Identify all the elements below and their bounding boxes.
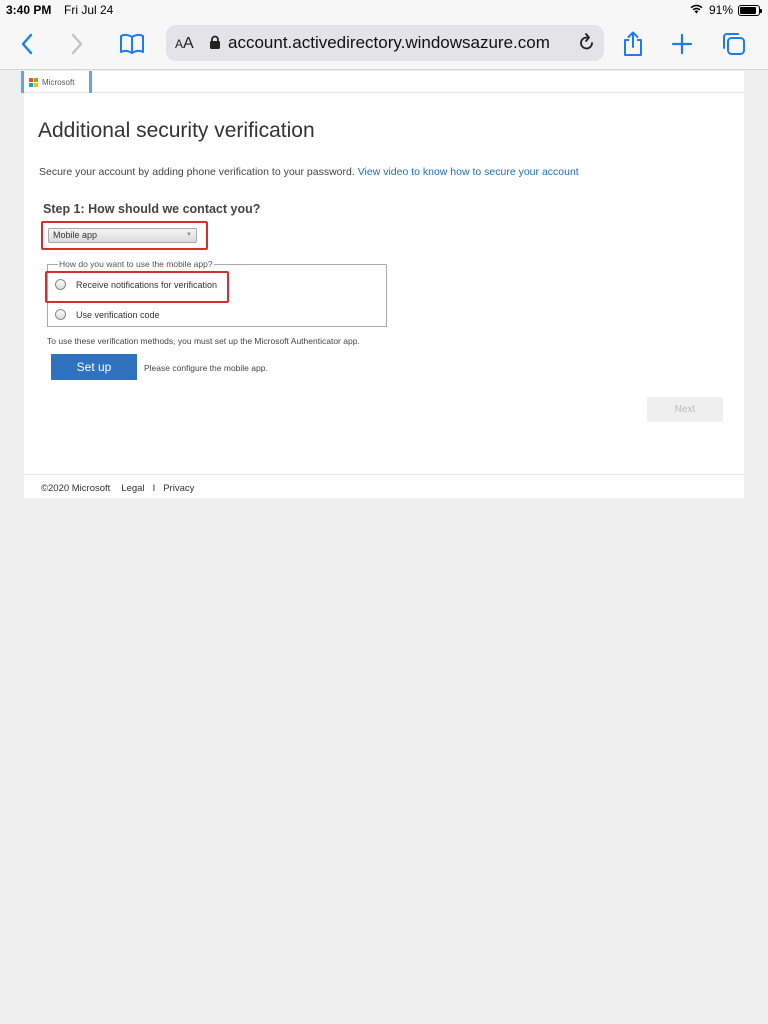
radio-option-code[interactable]: Use verification code [55, 309, 160, 320]
microsoft-logo-icon [29, 77, 38, 87]
radio-label: Use verification code [76, 309, 160, 320]
status-time: 3:40 PM [6, 3, 52, 17]
radio-button[interactable] [55, 279, 66, 290]
copyright-text: ©2020 Microsoft [41, 483, 111, 494]
url-text[interactable]: account.activedirectory.windowsazure.com [228, 33, 550, 53]
tabs-icon[interactable] [719, 29, 749, 59]
authenticator-note: To use these verification methods, you m… [47, 336, 360, 346]
back-icon[interactable] [12, 29, 42, 59]
page-header: Microsoft [21, 71, 744, 93]
status-date: Fri Jul 24 [64, 3, 114, 17]
footer-links: Legal I Privacy [121, 483, 194, 494]
intro-text: Secure your account by adding phone veri… [39, 166, 355, 178]
lock-icon [209, 35, 221, 55]
web-page: Microsoft Additional security verificati… [21, 71, 744, 498]
footer-separator: I [152, 483, 156, 494]
brand-text: Microsoft [42, 77, 75, 87]
new-tab-icon[interactable] [667, 29, 697, 59]
video-link[interactable]: View video to know how to secure your ac… [358, 166, 579, 178]
privacy-link[interactable]: Privacy [163, 483, 194, 494]
battery-icon [738, 4, 762, 16]
fieldset-legend: How do you want to use the mobile app? [59, 259, 213, 269]
radio-button[interactable] [55, 309, 66, 320]
status-right: 91% [689, 3, 762, 17]
intro-paragraph: Secure your account by adding phone veri… [39, 166, 579, 178]
radio-option-notifications[interactable]: Receive notifications for verification [55, 279, 217, 290]
battery-percent: 91% [708, 3, 733, 17]
radio-label: Receive notifications for verification [76, 279, 218, 290]
share-icon[interactable] [618, 29, 648, 59]
browser-toolbar: AA account.activedirectory.windowsazure.… [0, 20, 768, 70]
bookmarks-icon[interactable] [117, 29, 147, 59]
microsoft-logo: Microsoft [21, 71, 92, 93]
legal-link[interactable]: Legal [121, 483, 144, 494]
page-title: Additional security verification [38, 119, 315, 142]
setup-button[interactable]: Set up [51, 354, 137, 380]
text-size-button[interactable]: AA [175, 35, 194, 53]
chevron-down-icon: ▼ [186, 232, 192, 238]
status-bar: 3:40 PM Fri Jul 24 91% [0, 0, 768, 20]
forward-icon[interactable] [62, 29, 92, 59]
page-footer: ©2020 Microsoft Legal I Privacy [24, 474, 744, 498]
step-heading: Step 1: How should we contact you? [43, 202, 261, 216]
contact-method-value: Mobile app [53, 230, 98, 240]
address-bar[interactable]: AA account.activedirectory.windowsazure.… [166, 25, 604, 61]
contact-method-select[interactable]: Mobile app ▼ [48, 228, 197, 243]
wifi-icon [689, 3, 704, 17]
reload-icon[interactable] [578, 32, 596, 57]
setup-message: Please configure the mobile app. [144, 363, 268, 373]
next-button[interactable]: Next [647, 397, 723, 422]
